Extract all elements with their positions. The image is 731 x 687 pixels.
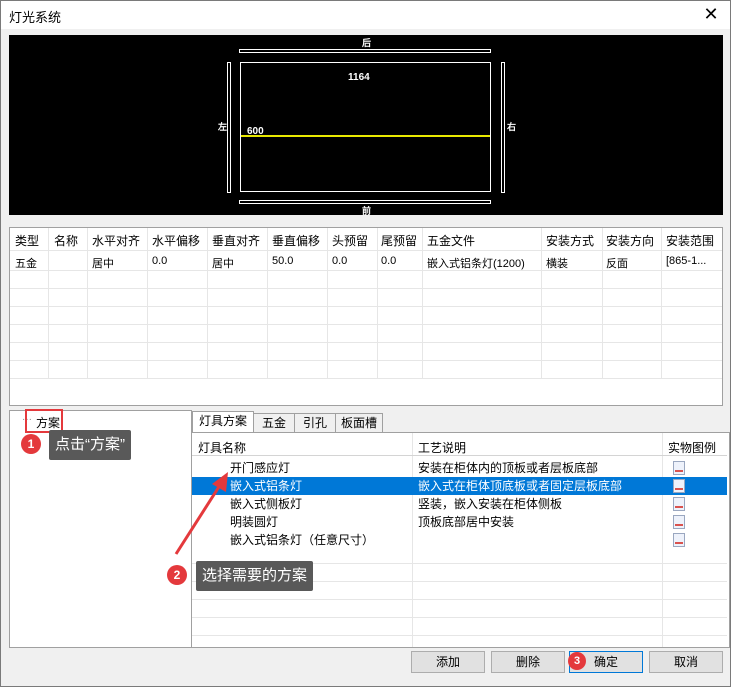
col-header-tail-reserve[interactable]: 尾预留	[381, 232, 417, 249]
hardware-property-grid: 类型 名称 水平对齐 水平偏移 垂直对齐 垂直偏移 头预留 尾预留 五金文件 安…	[9, 227, 723, 406]
cell-install-method[interactable]: 横装	[546, 255, 568, 271]
cabinet-preview: 后 前 左 右 1164 600	[9, 35, 723, 216]
col-header-process-desc[interactable]: 工艺说明	[418, 439, 466, 456]
lamp-scheme-table: 灯具名称 工艺说明 实物图例 开门感应灯 安装在柜体内的顶板或者层板底部 嵌入式…	[191, 432, 730, 648]
lamp-desc: 安装在柜体内的顶板或者层板底部	[418, 461, 599, 475]
title-bar: 灯光系统 ✕	[1, 1, 730, 29]
col-header-install-range[interactable]: 安装范围	[666, 232, 714, 249]
annotation-arrow	[174, 472, 228, 555]
col-header-type[interactable]: 类型	[15, 232, 39, 249]
cell-hardware-file[interactable]: 嵌入式铝条灯(1200)	[427, 255, 525, 271]
lamp-image-icon	[673, 461, 685, 475]
col-header-install-direction[interactable]: 安装方向	[606, 232, 654, 249]
cell-install-range[interactable]: [865-1...	[666, 255, 706, 267]
label-back: 后	[362, 38, 372, 48]
step-badge-3: 3	[568, 652, 586, 670]
lamp-row[interactable]: 嵌入式侧板灯 竖装，嵌入安装在柜体侧板	[192, 495, 727, 513]
lamp-image-icon	[673, 533, 685, 547]
window-title: 灯光系统	[9, 10, 62, 25]
tab-hardware[interactable]: 五金	[253, 413, 295, 432]
step-badge-2: 2	[167, 565, 187, 585]
col-header-h-align[interactable]: 水平对齐	[92, 232, 140, 249]
cell-v-align[interactable]: 居中	[212, 255, 234, 271]
col-header-head-reserve[interactable]: 头预留	[332, 232, 368, 249]
right-wall	[501, 62, 505, 193]
cell-install-direction[interactable]: 反面	[606, 255, 628, 271]
lamp-desc: 竖装，嵌入安装在柜体侧板	[418, 497, 563, 511]
col-header-v-offset[interactable]: 垂直偏移	[272, 232, 320, 249]
lamp-row[interactable]: 嵌入式铝条灯（任意尺寸）	[192, 531, 727, 549]
step-2-callout: 选择需要的方案	[196, 561, 314, 591]
depth-dimension: 600	[247, 126, 264, 137]
lamp-row[interactable]: 开门感应灯 安装在柜体内的顶板或者层板底部	[192, 459, 727, 477]
add-button[interactable]: 添加	[411, 651, 485, 673]
step-1-callout: 点击“方案”	[49, 430, 131, 460]
lamp-image-icon	[673, 479, 685, 493]
lamp-name: 嵌入式侧板灯	[230, 497, 303, 511]
back-wall	[239, 49, 491, 53]
cell-v-offset[interactable]: 50.0	[272, 255, 293, 267]
cell-type[interactable]: 五金	[15, 255, 37, 271]
label-left: 左	[218, 122, 228, 132]
col-header-hardware-file[interactable]: 五金文件	[427, 232, 475, 249]
lamp-desc: 嵌入式在柜体顶底板或者固定层板底部	[418, 479, 623, 493]
lamp-name: 嵌入式铝条灯	[230, 479, 303, 493]
lamp-row[interactable]: 明装圆灯 顶板底部居中安装	[192, 513, 727, 531]
lamp-image-icon	[673, 497, 685, 511]
cell-h-offset[interactable]: 0.0	[152, 255, 167, 267]
cell-tail-reserve[interactable]: 0.0	[381, 255, 396, 267]
cancel-button[interactable]: 取消	[649, 651, 723, 673]
cell-h-align[interactable]: 居中	[92, 255, 114, 271]
cell-head-reserve[interactable]: 0.0	[332, 255, 347, 267]
close-icon[interactable]: ✕	[702, 4, 720, 24]
col-header-name[interactable]: 名称	[54, 232, 78, 249]
col-header-h-offset[interactable]: 水平偏移	[152, 232, 200, 249]
light-strip-line	[241, 135, 490, 137]
width-dimension: 1164	[348, 72, 370, 83]
tab-panel-groove[interactable]: 板面槽	[335, 413, 383, 432]
col-header-image[interactable]: 实物图例	[668, 439, 716, 456]
tab-guide-hole[interactable]: 引孔	[294, 413, 336, 432]
lamp-row-selected[interactable]: 嵌入式铝条灯 嵌入式在柜体顶底板或者固定层板底部	[192, 477, 727, 495]
delete-button[interactable]: 删除	[491, 651, 565, 673]
lamp-image-icon	[673, 515, 685, 529]
tree-item-scheme[interactable]: 方案	[36, 414, 60, 431]
col-header-v-align[interactable]: 垂直对齐	[212, 232, 260, 249]
lamp-desc: 顶板底部居中安装	[418, 515, 515, 529]
lamp-name: 嵌入式铝条灯（任意尺寸）	[230, 533, 375, 547]
col-header-install-method[interactable]: 安装方式	[546, 232, 594, 249]
label-right: 右	[507, 122, 517, 132]
left-wall	[227, 62, 231, 193]
label-front: 前	[362, 206, 372, 216]
col-header-lamp-name[interactable]: 灯具名称	[198, 439, 246, 456]
tab-lamp-scheme[interactable]: 灯具方案	[192, 411, 254, 433]
step-badge-1: 1	[21, 434, 41, 454]
